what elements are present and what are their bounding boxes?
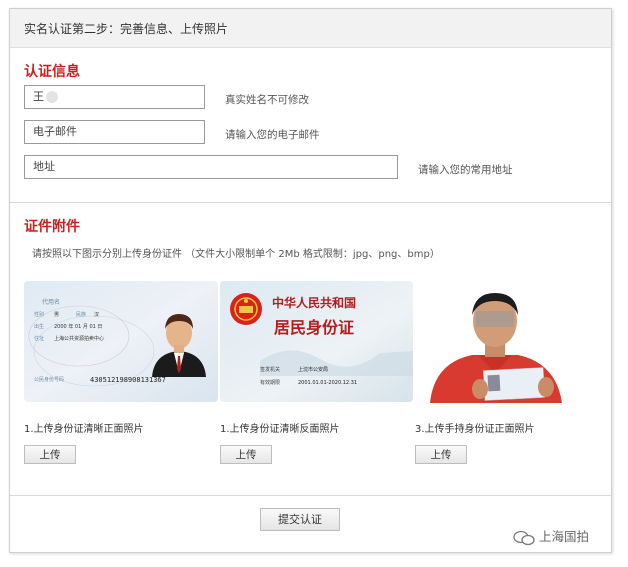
back-title-card: 居民身份证 xyxy=(274,318,354,337)
back-issuer-label: 签发机关 xyxy=(260,366,280,373)
face-blur-mask xyxy=(476,311,514,327)
name-value: 王 xyxy=(33,90,44,103)
page-frame: 实名认证第二步：完善信息、上传照片 认证信息 王 真实姓名不可修改 电子邮件 请… xyxy=(9,8,612,553)
front-gender-value: 男 xyxy=(54,312,59,318)
id-front-sample-image: 代用名 性别 男 民族 汉 出生 2000 年 01 月 01 日 住址 上海公… xyxy=(24,281,218,402)
id-back-graphic: 中华人民共和国 居民身份证 签发机关 上沈市公安局 有效期限 2001.01.0… xyxy=(220,281,413,402)
front-name-label: 代用名 xyxy=(42,298,60,306)
national-emblem-icon xyxy=(230,293,262,325)
wechat-icon xyxy=(513,530,535,545)
front-id-number: 430512198908131367 xyxy=(90,376,166,384)
id-front-graphic: 代用名 性别 男 民族 汉 出生 2000 年 01 月 01 日 住址 上海公… xyxy=(24,281,218,402)
info-section-title: 认证信息 xyxy=(24,64,80,80)
email-field[interactable]: 电子邮件 xyxy=(24,120,205,144)
back-validity-value: 2001.01.01-2020.12.31 xyxy=(298,380,357,386)
address-field[interactable]: 地址 xyxy=(24,155,398,179)
address-hint: 请输入您的常用地址 xyxy=(418,164,513,176)
upload-handheld-button[interactable]: 上传 xyxy=(415,445,467,464)
front-address-label: 住址 xyxy=(34,335,44,342)
front-upload-caption: 1.上传身份证清晰正面照片 xyxy=(24,424,144,435)
footer-divider xyxy=(10,495,611,496)
back-issuer-value: 上沈市公安局 xyxy=(298,366,328,373)
name-mask xyxy=(46,91,58,103)
page-title: 实名认证第二步：完善信息、上传照片 xyxy=(24,22,229,36)
upload-back-button[interactable]: 上传 xyxy=(220,445,272,464)
name-hint: 真实姓名不可修改 xyxy=(225,94,309,106)
handheld-graphic xyxy=(422,281,568,403)
handheld-id-sample-image xyxy=(422,281,568,403)
back-upload-caption: 1.上传身份证清晰反面照片 xyxy=(220,424,340,435)
page-header: 实名认证第二步：完善信息、上传照片 xyxy=(10,9,611,48)
watermark: 上海国拍 xyxy=(513,526,589,546)
email-hint: 请输入您的电子邮件 xyxy=(225,129,320,141)
front-birth-value: 2000 年 01 月 01 日 xyxy=(54,323,102,330)
id-back-sample-image: 中华人民共和国 居民身份证 签发机关 上沈市公安局 有效期限 2001.01.0… xyxy=(220,281,413,402)
handheld-upload-caption: 3.上传手持身份证正面照片 xyxy=(415,424,535,435)
front-ethnic-value: 汉 xyxy=(94,311,99,318)
section-divider xyxy=(10,202,611,203)
name-field[interactable]: 王 xyxy=(24,85,205,109)
front-birth-label: 出生 xyxy=(34,323,44,330)
back-title-country: 中华人民共和国 xyxy=(272,295,356,310)
watermark-text: 上海国拍 xyxy=(539,529,590,544)
attachment-description: 请按照以下图示分别上传身份证件 （文件大小限制单个 2Mb 格式限制：jpg、p… xyxy=(32,249,440,260)
front-ethnic-label: 民族 xyxy=(76,311,86,318)
attachment-section-title: 证件附件 xyxy=(24,219,80,235)
front-address-value: 上海公共资源拍卖中心 xyxy=(54,335,104,342)
front-id-label: 公民身份号码 xyxy=(34,376,64,383)
back-validity-label: 有效期限 xyxy=(260,379,280,386)
front-gender-label: 性别 xyxy=(34,311,44,318)
submit-verification-button[interactable]: 提交认证 xyxy=(260,508,340,531)
upload-front-button[interactable]: 上传 xyxy=(24,445,76,464)
